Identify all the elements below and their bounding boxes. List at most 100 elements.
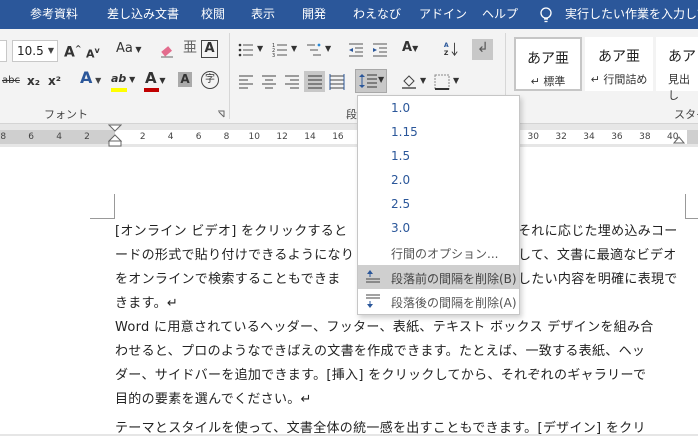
svg-text:A: A (444, 42, 449, 49)
shading-icon[interactable] (401, 73, 417, 89)
style-name: 見出し (668, 73, 690, 102)
font-name-box[interactable] (0, 40, 7, 62)
font-size-value: 10.5 (17, 44, 44, 58)
ruler-tick-label: 8 (0, 132, 7, 142)
tab-references[interactable]: 参考資料 (30, 0, 78, 29)
sort-icon[interactable]: AZ (443, 41, 459, 57)
tell-me-search[interactable]: 実行したい作業を入力して (565, 0, 698, 29)
align-left-icon[interactable] (238, 74, 254, 90)
char-border-button[interactable]: A (201, 40, 218, 58)
chevron-down-icon[interactable]: ▼ (291, 41, 297, 57)
indent-marker-icon[interactable] (108, 124, 122, 148)
font-size-box[interactable]: 10.5 ▼ (12, 40, 58, 62)
superscript-button[interactable]: x² (48, 73, 61, 89)
shrink-font-button[interactable]: Av (86, 43, 100, 63)
clear-format-icon[interactable] (159, 42, 175, 58)
doc-line: Word に用意されているヘッダー、フッター、表紙、テキスト ボックス デザイン… (115, 320, 654, 335)
ruler-tick-label: 10 (248, 132, 260, 142)
spacing-option-2-5[interactable]: 2.5 (391, 197, 410, 211)
ruler-tick-label: 6 (28, 132, 35, 142)
tab-waenavi[interactable]: わえなび (353, 0, 401, 29)
align-right-icon[interactable] (284, 74, 300, 90)
style-no-spacing[interactable]: あア亜 ↵ 行間詰め (585, 37, 653, 91)
highlight-button[interactable]: ab ▼ (111, 71, 135, 88)
margin-mark-left (90, 194, 115, 219)
chevron-down-icon[interactable]: ▼ (453, 73, 459, 89)
right-indent-marker-icon[interactable] (673, 132, 685, 144)
borders-icon[interactable] (434, 74, 450, 90)
spacing-option-1-15[interactable]: 1.15 (391, 125, 418, 139)
chevron-down-icon: ▼ (47, 46, 54, 55)
decrease-indent-icon[interactable] (348, 42, 364, 58)
doc-line-fragment: して、文書に最適なビデオ (518, 248, 677, 263)
document-area[interactable]: [オンライン ビデオ] をクリックすると ードの形式で貼り付けできるようになり … (0, 147, 698, 436)
line-spacing-options-item[interactable]: 行間のオプション... (391, 245, 498, 262)
ruler-tick-label: 6 (195, 132, 202, 142)
ribbon-tab-bar: 参考資料 差し込み文書 校閲 表示 開発 わえなび アドイン ヘルプ 実行したい… (0, 0, 698, 29)
bullets-icon[interactable] (238, 42, 254, 58)
char-shading-button[interactable]: A (178, 72, 192, 87)
doc-line: わせると、プロのようなできばえの文書を作成できます。たとえば、一致する表紙、ヘッ (115, 344, 646, 359)
style-preview: あア (668, 49, 696, 65)
line-spacing-menu[interactable]: 1.0 1.15 1.5 2.0 2.5 3.0 行間のオプション... 段落前… (357, 95, 520, 315)
ruler-tick-label: 2 (139, 132, 146, 142)
tab-help[interactable]: ヘルプ (482, 0, 518, 29)
horizontal-ruler[interactable]: 8642246810121416182022242628303234363840 (0, 124, 698, 148)
chevron-down-icon[interactable]: ▼ (325, 41, 331, 57)
tab-review[interactable]: 校閲 (201, 0, 225, 29)
ruler-tick-label: 38 (639, 132, 651, 142)
strikethrough-button[interactable]: abc (2, 73, 20, 89)
ruler-tick-label: 4 (167, 132, 174, 142)
spacing-option-1-0[interactable]: 1.0 (391, 101, 410, 115)
enclose-char-button[interactable]: 字 (201, 71, 219, 89)
justify-button[interactable] (304, 71, 325, 92)
tab-developer[interactable]: 開発 (302, 0, 326, 29)
change-case-button[interactable]: Aa ▼ (116, 41, 142, 58)
doc-line: ードの形式で貼り付けできるようになり (115, 248, 355, 263)
text-direction-button[interactable]: A▼ (402, 40, 418, 57)
remove-space-before-item[interactable]: 段落前の間隔を削除(B) (358, 265, 519, 289)
ruler-tick-label: 32 (555, 132, 567, 142)
distributed-icon[interactable] (329, 74, 345, 90)
doc-line: テーマとスタイルを使って、文書全体の統一感を出すこともできます。[デザイン] を… (115, 421, 646, 436)
doc-line-fragment: それに応じた埋め込みコー (518, 224, 678, 239)
tab-view[interactable]: 表示 (251, 0, 275, 29)
tab-mailings[interactable]: 差し込み文書 (107, 0, 179, 29)
document-page[interactable]: [オンライン ビデオ] をクリックすると ードの形式で貼り付けできるようになり … (0, 147, 698, 436)
numbering-icon[interactable]: 123 (272, 42, 288, 58)
ruler-tick-label: 16 (332, 132, 344, 142)
ruler-tick-label: 30 (527, 132, 539, 142)
font-color-button[interactable]: A ▼ (145, 70, 166, 89)
svg-text:3: 3 (272, 53, 275, 58)
tab-addins[interactable]: アドイン (419, 0, 467, 29)
phonetic-guide-button[interactable]: 亜 (183, 40, 197, 56)
ruler-tick-label: 36 (611, 132, 623, 142)
ruler-tick-label: 8 (223, 132, 230, 142)
svg-text:Z: Z (444, 50, 449, 57)
text-effects-button[interactable]: A ▼ (80, 70, 101, 89)
style-normal[interactable]: あア亜 ↵ 標準 (514, 37, 582, 91)
grow-font-button[interactable]: A^ (64, 41, 82, 61)
subscript-button[interactable]: x₂ (27, 73, 40, 89)
spacing-option-2-0[interactable]: 2.0 (391, 173, 410, 187)
ruler-tick-label: 4 (56, 132, 62, 142)
ruler-tick-label: 12 (276, 132, 288, 142)
chevron-down-icon[interactable]: ▼ (257, 41, 263, 57)
ruler-margin-right (687, 130, 698, 144)
ruler-tick-label: 34 (583, 132, 595, 142)
multilevel-list-icon[interactable] (306, 42, 322, 58)
spacing-option-3-0[interactable]: 3.0 (391, 221, 410, 235)
show-marks-button[interactable]: ↲ (472, 39, 493, 60)
line-spacing-button[interactable]: ▼ (355, 69, 387, 93)
chevron-down-icon[interactable]: ▼ (420, 73, 426, 89)
increase-indent-icon[interactable] (372, 42, 388, 58)
spacing-option-1-5[interactable]: 1.5 (391, 149, 410, 163)
dialog-launcher-icon[interactable] (217, 110, 225, 118)
style-heading[interactable]: あア 見出し (656, 37, 698, 102)
remove-space-after-item[interactable]: 段落後の間隔を削除(A) (358, 289, 519, 313)
line-spacing-icon (359, 74, 377, 88)
doc-line: 目的の要素を選んでください。↵ (115, 392, 312, 407)
align-center-icon[interactable] (261, 74, 277, 90)
style-preview: あア亜 (598, 49, 640, 65)
space-after-icon (366, 294, 380, 308)
